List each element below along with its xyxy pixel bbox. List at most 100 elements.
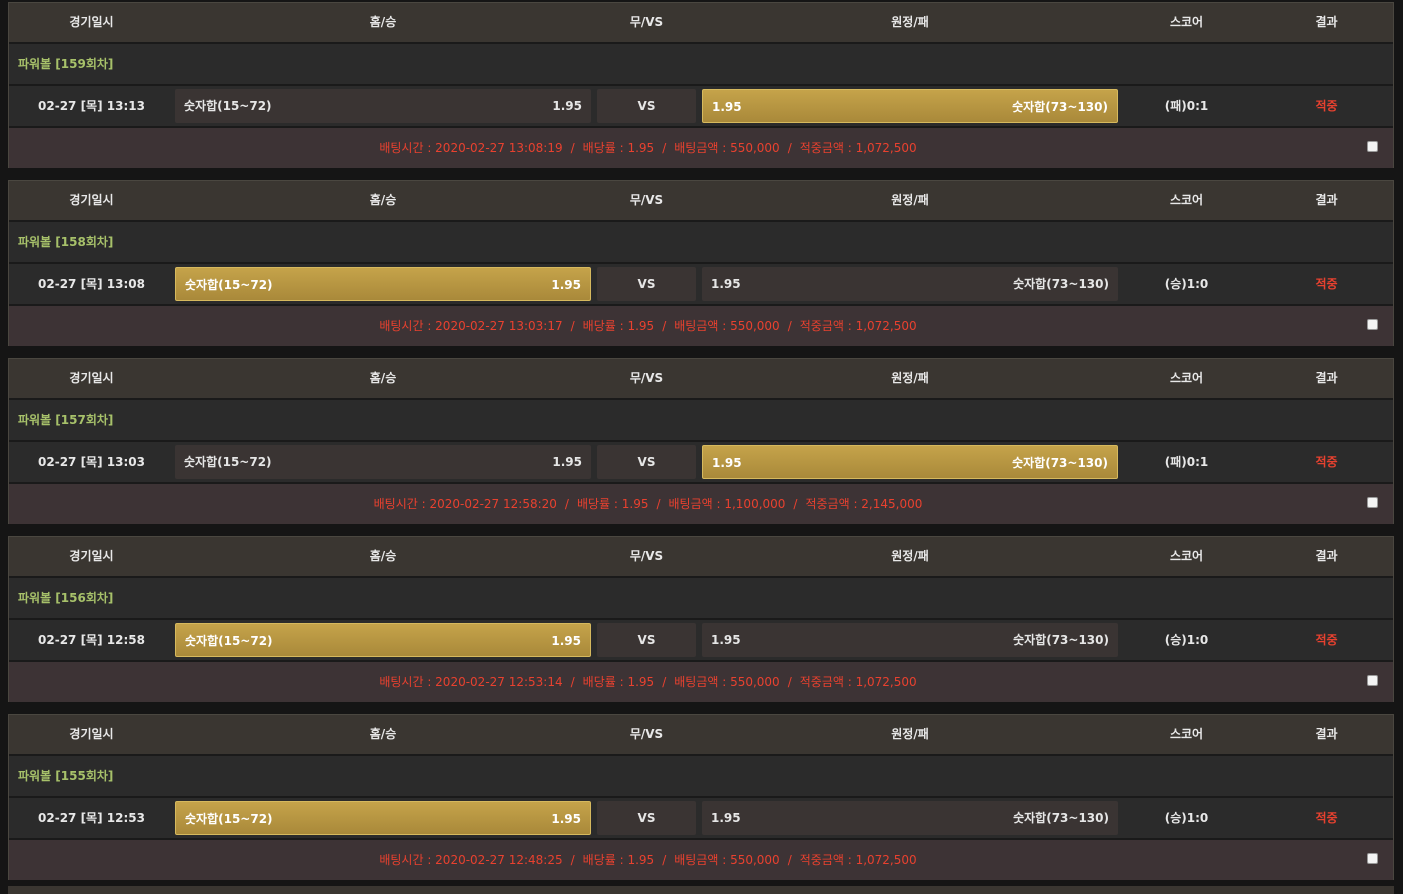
payout-amount: 적중금액 : 1,072,500 <box>799 853 917 867</box>
header-draw: 무/VS <box>629 371 664 385</box>
away-odds: 1.95 <box>712 456 742 470</box>
select-checkbox[interactable] <box>1367 675 1378 686</box>
game-row: 02-27 [목] 12:53 숫자합(15~72) 1.95 VS 1.95 … <box>9 798 1393 840</box>
round-label: 파워볼 [159회차] <box>18 57 114 71</box>
header-home: 홈/승 <box>369 193 397 207</box>
separator: / <box>570 141 575 155</box>
away-label: 숫자합(73~130) <box>1012 456 1108 470</box>
home-odds: 1.95 <box>551 278 581 292</box>
home-label: 숫자합(15~72) <box>185 812 273 826</box>
separator: / <box>656 497 661 511</box>
separator: / <box>662 675 667 689</box>
game-date: 02-27 [목] 13:03 <box>38 455 145 469</box>
result-status: 적중 <box>1315 99 1338 113</box>
score: (승)1:0 <box>1164 277 1209 291</box>
game-row: 02-27 [목] 12:58 숫자합(15~72) 1.95 VS 1.95 … <box>9 620 1393 662</box>
separator: / <box>793 497 798 511</box>
away-bet-button[interactable]: 1.95 숫자합(73~130) <box>702 89 1118 123</box>
result-status: 적중 <box>1315 811 1338 825</box>
header-home: 홈/승 <box>369 15 397 29</box>
draw-vs-button[interactable]: VS <box>597 445 696 479</box>
away-odds: 1.95 <box>711 633 741 647</box>
away-bet-button[interactable]: 1.95 숫자합(73~130) <box>702 623 1118 657</box>
bet-card: 경기일시 홈/승 무/VS 원정/패 스코어 결과 파워볼 [156회차] 02… <box>8 536 1394 702</box>
game-row: 02-27 [목] 13:03 숫자합(15~72) 1.95 VS 1.95 … <box>9 442 1393 484</box>
draw-vs-button[interactable]: VS <box>597 89 696 123</box>
round-row: 파워볼 [156회차] <box>9 578 1393 620</box>
select-checkbox[interactable] <box>1367 497 1378 508</box>
select-checkbox[interactable] <box>1367 141 1378 152</box>
payout-amount: 적중금액 : 1,072,500 <box>799 675 917 689</box>
header-date: 경기일시 <box>69 549 114 563</box>
bet-card-header: 경기일시 홈/승 무/VS 원정/패 스코어 결과 <box>9 359 1393 400</box>
game-date: 02-27 [목] 13:13 <box>38 99 145 113</box>
home-odds: 1.95 <box>552 99 582 113</box>
home-label: 숫자합(15~72) <box>184 455 272 469</box>
bet-info-text: 배팅시간 : 2020-02-27 13:08:19 / 배당률 : 1.95 / 배팅… <box>9 128 1287 168</box>
header-draw: 무/VS <box>629 193 664 207</box>
away-bet-button[interactable]: 1.95 숫자합(73~130) <box>702 267 1118 301</box>
draw-vs-button[interactable]: VS <box>597 623 696 657</box>
home-bet-button[interactable]: 숫자합(15~72) 1.95 <box>175 267 591 301</box>
score: (승)1:0 <box>1164 633 1209 647</box>
separator: / <box>787 141 792 155</box>
away-label: 숫자합(73~130) <box>1013 633 1109 647</box>
header-score: 스코어 <box>1169 193 1204 207</box>
draw-vs-button[interactable]: VS <box>597 267 696 301</box>
header-away: 원정/패 <box>891 727 929 741</box>
bet-card-header: 경기일시 홈/승 무/VS 원정/패 스코어 결과 <box>9 3 1393 44</box>
game-date: 02-27 [목] 13:08 <box>38 277 145 291</box>
header-result: 결과 <box>1315 193 1338 207</box>
home-odds: 1.95 <box>551 634 581 648</box>
home-label: 숫자합(15~72) <box>185 634 273 648</box>
home-bet-button[interactable]: 숫자합(15~72) 1.95 <box>175 445 591 479</box>
bet-info-row: 배팅시간 : 2020-02-27 12:53:14 / 배당률 : 1.95 / 배팅… <box>9 662 1393 702</box>
select-checkbox[interactable] <box>1367 853 1378 864</box>
header-draw: 무/VS <box>629 727 664 741</box>
round-row: 파워볼 [159회차] <box>9 44 1393 86</box>
home-bet-button[interactable]: 숫자합(15~72) 1.95 <box>175 623 591 657</box>
bet-info-text: 배팅시간 : 2020-02-27 13:03:17 / 배당률 : 1.95 / 배팅… <box>9 306 1287 346</box>
payout-amount: 적중금액 : 2,145,000 <box>805 497 923 511</box>
game-row: 02-27 [목] 13:08 숫자합(15~72) 1.95 VS 1.95 … <box>9 264 1393 306</box>
separator: / <box>662 319 667 333</box>
score: (승)1:0 <box>1164 811 1209 825</box>
round-label: 파워볼 [156회차] <box>18 591 114 605</box>
separator: / <box>570 319 575 333</box>
round-label: 파워볼 [158회차] <box>18 235 114 249</box>
bet-amount: 배팅금액 : 550,000 <box>674 853 780 867</box>
round-row: 파워볼 [158회차] <box>9 222 1393 264</box>
away-odds: 1.95 <box>711 811 741 825</box>
header-away: 원정/패 <box>891 15 929 29</box>
home-bet-button[interactable]: 숫자합(15~72) 1.95 <box>175 89 591 123</box>
header-away: 원정/패 <box>891 371 929 385</box>
draw-vs-button[interactable]: VS <box>597 801 696 835</box>
bet-history-list: 경기일시 홈/승 무/VS 원정/패 스코어 결과 파워볼 [159회차] 02… <box>0 0 1403 894</box>
bet-odds: 배당률 : 1.95 <box>582 853 655 867</box>
header-result: 결과 <box>1315 727 1338 741</box>
away-bet-button[interactable]: 1.95 숫자합(73~130) <box>702 445 1118 479</box>
header-result: 결과 <box>1315 371 1338 385</box>
home-odds: 1.95 <box>552 455 582 469</box>
select-checkbox[interactable] <box>1367 319 1378 330</box>
separator: / <box>787 319 792 333</box>
header-result: 결과 <box>1315 549 1338 563</box>
next-card-edge <box>8 886 1394 894</box>
home-bet-button[interactable]: 숫자합(15~72) 1.95 <box>175 801 591 835</box>
separator: / <box>662 141 667 155</box>
bet-info-text: 배팅시간 : 2020-02-27 12:48:25 / 배당률 : 1.95 / 배팅… <box>9 840 1287 880</box>
round-row: 파워볼 [155회차] <box>9 756 1393 798</box>
round-label: 파워볼 [157회차] <box>18 413 114 427</box>
bet-time: 배팅시간 : 2020-02-27 13:03:17 <box>379 319 563 333</box>
separator: / <box>787 675 792 689</box>
header-draw: 무/VS <box>629 15 664 29</box>
bet-card-header: 경기일시 홈/승 무/VS 원정/패 스코어 결과 <box>9 537 1393 578</box>
header-home: 홈/승 <box>369 371 397 385</box>
payout-amount: 적중금액 : 1,072,500 <box>799 319 917 333</box>
bet-card-header: 경기일시 홈/승 무/VS 원정/패 스코어 결과 <box>9 181 1393 222</box>
header-home: 홈/승 <box>369 727 397 741</box>
away-bet-button[interactable]: 1.95 숫자합(73~130) <box>702 801 1118 835</box>
bet-card: 경기일시 홈/승 무/VS 원정/패 스코어 결과 파워볼 [158회차] 02… <box>8 180 1394 346</box>
home-odds: 1.95 <box>551 812 581 826</box>
bet-amount: 배팅금액 : 550,000 <box>674 675 780 689</box>
